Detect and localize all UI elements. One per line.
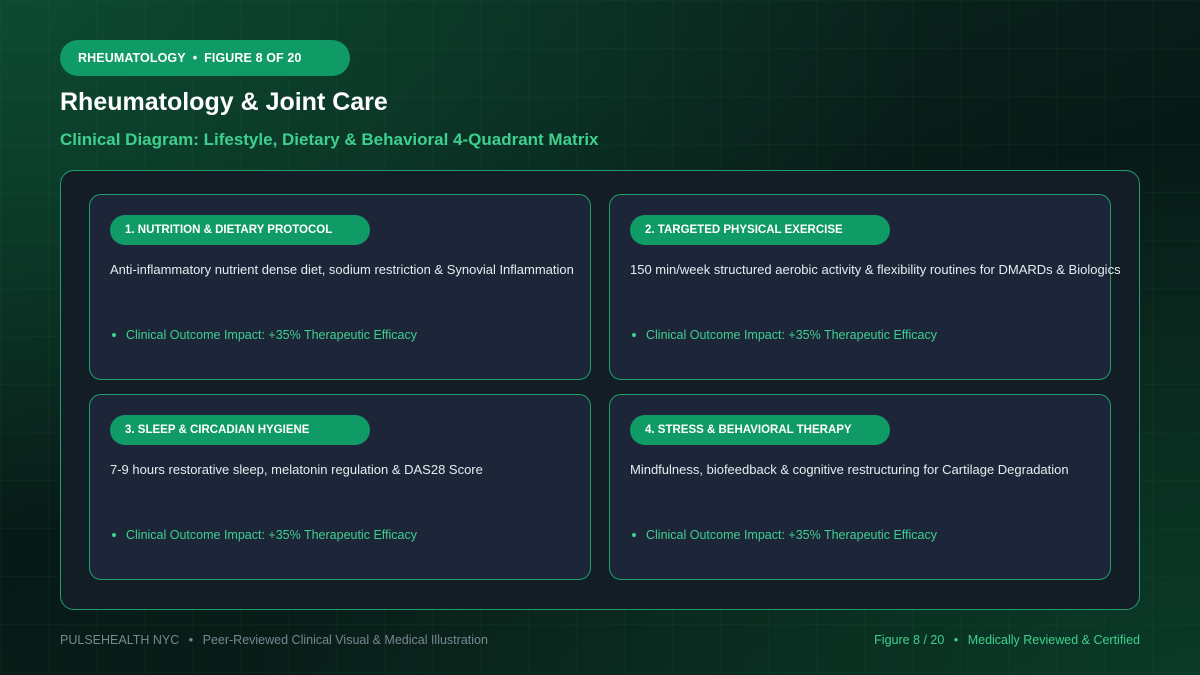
quadrant-exercise: 2. TARGETED PHYSICAL EXERCISE 150 min/we… bbox=[609, 194, 1121, 380]
bullet-icon bbox=[112, 533, 116, 537]
bullet-icon bbox=[632, 333, 636, 337]
impact-text: Clinical Outcome Impact: +35% Therapeuti… bbox=[646, 328, 937, 342]
quadrant-description: Anti-inflammatory nutrient dense diet, s… bbox=[110, 262, 574, 277]
footer-credit: PULSEHEALTH NYC • Peer-Reviewed Clinical… bbox=[60, 633, 488, 647]
quadrant-tag: 3. SLEEP & CIRCADIAN HYGIENE bbox=[110, 415, 370, 445]
impact-text: Clinical Outcome Impact: +35% Therapeuti… bbox=[646, 528, 937, 542]
footer-separator: • bbox=[188, 633, 194, 647]
page-subtitle: Clinical Diagram: Lifestyle, Dietary & B… bbox=[60, 130, 599, 149]
quadrant-tag: 2. TARGETED PHYSICAL EXERCISE bbox=[630, 215, 890, 245]
quadrant-stress: 4. STRESS & BEHAVIORAL THERAPY Mindfulne… bbox=[609, 394, 1111, 580]
quadrant-impact: Clinical Outcome Impact: +35% Therapeuti… bbox=[632, 328, 937, 342]
quadrant-description: 150 min/week structured aerobic activity… bbox=[630, 262, 1121, 277]
footer-review-status: Medically Reviewed & Certified bbox=[967, 633, 1140, 647]
footer-brand: PULSEHEALTH NYC bbox=[60, 633, 180, 647]
quadrant-tag: 1. NUTRITION & DIETARY PROTOCOL bbox=[110, 215, 370, 245]
footer-figure: Figure 8 / 20 bbox=[874, 633, 945, 647]
impact-text: Clinical Outcome Impact: +35% Therapeuti… bbox=[126, 528, 417, 542]
quadrant-sleep: 3. SLEEP & CIRCADIAN HYGIENE 7-9 hours r… bbox=[89, 394, 591, 580]
badge-separator: • bbox=[192, 51, 198, 65]
category-badge: RHEUMATOLOGY • FIGURE 8 OF 20 bbox=[60, 40, 350, 76]
bullet-icon bbox=[632, 533, 636, 537]
footer-separator: • bbox=[953, 633, 959, 647]
page-title: Rheumatology & Joint Care bbox=[60, 88, 388, 116]
quadrant-matrix: 1. NUTRITION & DIETARY PROTOCOL Anti-inf… bbox=[60, 170, 1140, 610]
quadrant-tag: 4. STRESS & BEHAVIORAL THERAPY bbox=[630, 415, 890, 445]
bullet-icon bbox=[112, 333, 116, 337]
quadrant-description: 7-9 hours restorative sleep, melatonin r… bbox=[110, 462, 483, 477]
footer-status: Figure 8 / 20 • Medically Reviewed & Cer… bbox=[874, 633, 1140, 647]
category-label: RHEUMATOLOGY bbox=[78, 51, 186, 65]
quadrant-nutrition: 1. NUTRITION & DIETARY PROTOCOL Anti-inf… bbox=[89, 194, 591, 380]
figure-label: FIGURE 8 OF 20 bbox=[204, 51, 302, 65]
quadrant-impact: Clinical Outcome Impact: +35% Therapeuti… bbox=[632, 528, 937, 542]
quadrant-impact: Clinical Outcome Impact: +35% Therapeuti… bbox=[112, 328, 417, 342]
footer-caption: Peer-Reviewed Clinical Visual & Medical … bbox=[202, 633, 488, 647]
quadrant-impact: Clinical Outcome Impact: +35% Therapeuti… bbox=[112, 528, 417, 542]
impact-text: Clinical Outcome Impact: +35% Therapeuti… bbox=[126, 328, 417, 342]
quadrant-description: Mindfulness, biofeedback & cognitive res… bbox=[630, 462, 1069, 477]
